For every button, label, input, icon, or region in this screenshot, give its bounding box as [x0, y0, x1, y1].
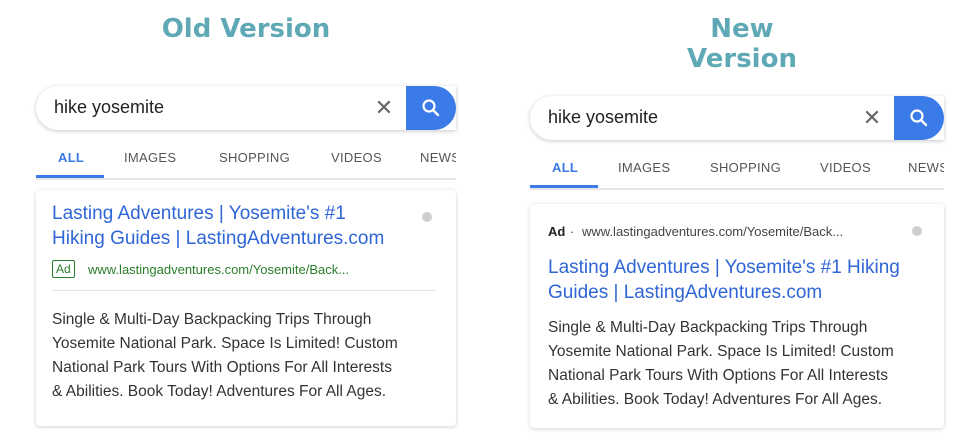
new-tab-videos[interactable]: VIDEOS — [820, 160, 871, 175]
new-ad-separator: · — [570, 224, 575, 239]
new-ad-desc-line3: National Park Tours With Options For All… — [548, 367, 888, 384]
new-search-button[interactable] — [894, 96, 944, 140]
search-icon — [422, 99, 440, 117]
new-ad-desc-line2: Yosemite National Park. Space Is Limited… — [548, 343, 894, 360]
new-tabs: ALL IMAGES SHOPPING VIDEOS NEWS — [530, 152, 944, 188]
new-tab-shopping[interactable]: SHOPPING — [710, 160, 781, 175]
new-tabs-divider — [530, 188, 944, 190]
new-clear-icon[interactable]: ✕ — [858, 104, 886, 132]
old-search-bar[interactable]: hike yosemite ✕ — [36, 86, 456, 130]
old-ad-desc-line3: National Park Tours With Options For All… — [52, 359, 392, 376]
old-ad-desc-line4: & Abilities. Book Today! Adventures For … — [52, 383, 387, 400]
old-tab-news[interactable]: NEWS — [420, 150, 456, 165]
new-search-input[interactable]: hike yosemite — [548, 107, 658, 128]
old-ad-badge: Ad — [52, 260, 75, 278]
old-ad-desc-line1: Single & Multi-Day Backpacking Trips Thr… — [52, 311, 372, 328]
old-tabs: ALL IMAGES SHOPPING VIDEOS NEWS — [36, 142, 456, 178]
old-tab-shopping[interactable]: SHOPPING — [219, 150, 290, 165]
old-tab-videos[interactable]: VIDEOS — [331, 150, 382, 165]
new-ad-title-line1[interactable]: Lasting Adventures | Yosemite's #1 Hikin… — [548, 256, 900, 280]
new-ad-url[interactable]: www.lastingadventures.com/Yosemite/Back.… — [582, 224, 843, 239]
old-search-button[interactable] — [406, 86, 456, 130]
new-version-panel: hike yosemite ✕ ALL IMAGES SHOPPING VIDE… — [530, 96, 944, 428]
old-version-heading: Old Version — [161, 14, 331, 44]
old-ad-title-line2[interactable]: Hiking Guides | LastingAdventures.com — [52, 227, 384, 251]
old-tabs-divider — [36, 178, 456, 180]
new-ad-card: Ad · www.lastingadventures.com/Yosemite/… — [530, 204, 944, 428]
search-icon — [910, 109, 928, 127]
new-ad-desc-line1: Single & Multi-Day Backpacking Trips Thr… — [548, 319, 868, 336]
new-tab-all[interactable]: ALL — [552, 160, 578, 175]
old-clear-icon[interactable]: ✕ — [370, 94, 398, 122]
new-tab-news[interactable]: NEWS — [908, 160, 944, 175]
old-search-input[interactable]: hike yosemite — [54, 97, 164, 118]
new-ad-desc-line4: & Abilities. Book Today! Adventures For … — [548, 391, 883, 408]
new-search-bar[interactable]: hike yosemite ✕ — [530, 96, 944, 140]
old-tab-all[interactable]: ALL — [58, 150, 84, 165]
new-ad-badge: Ad — [548, 224, 566, 239]
old-ad-desc-line2: Yosemite National Park. Space Is Limited… — [52, 335, 398, 352]
old-version-panel: hike yosemite ✕ ALL IMAGES SHOPPING VIDE… — [36, 86, 456, 426]
new-version-heading: New Version — [687, 14, 797, 74]
old-ad-title-line1[interactable]: Lasting Adventures | Yosemite's #1 — [52, 202, 346, 226]
old-info-dot-icon[interactable] — [422, 212, 432, 222]
new-info-dot-icon[interactable] — [912, 226, 922, 236]
old-ad-card: Lasting Adventures | Yosemite's #1 Hikin… — [36, 190, 456, 426]
old-card-divider — [52, 290, 436, 291]
old-ad-url[interactable]: www.lastingadventures.com/Yosemite/Back.… — [88, 262, 418, 277]
new-ad-title-line2[interactable]: Guides | LastingAdventures.com — [548, 281, 822, 305]
old-tab-images[interactable]: IMAGES — [124, 150, 176, 165]
new-tab-images[interactable]: IMAGES — [618, 160, 670, 175]
